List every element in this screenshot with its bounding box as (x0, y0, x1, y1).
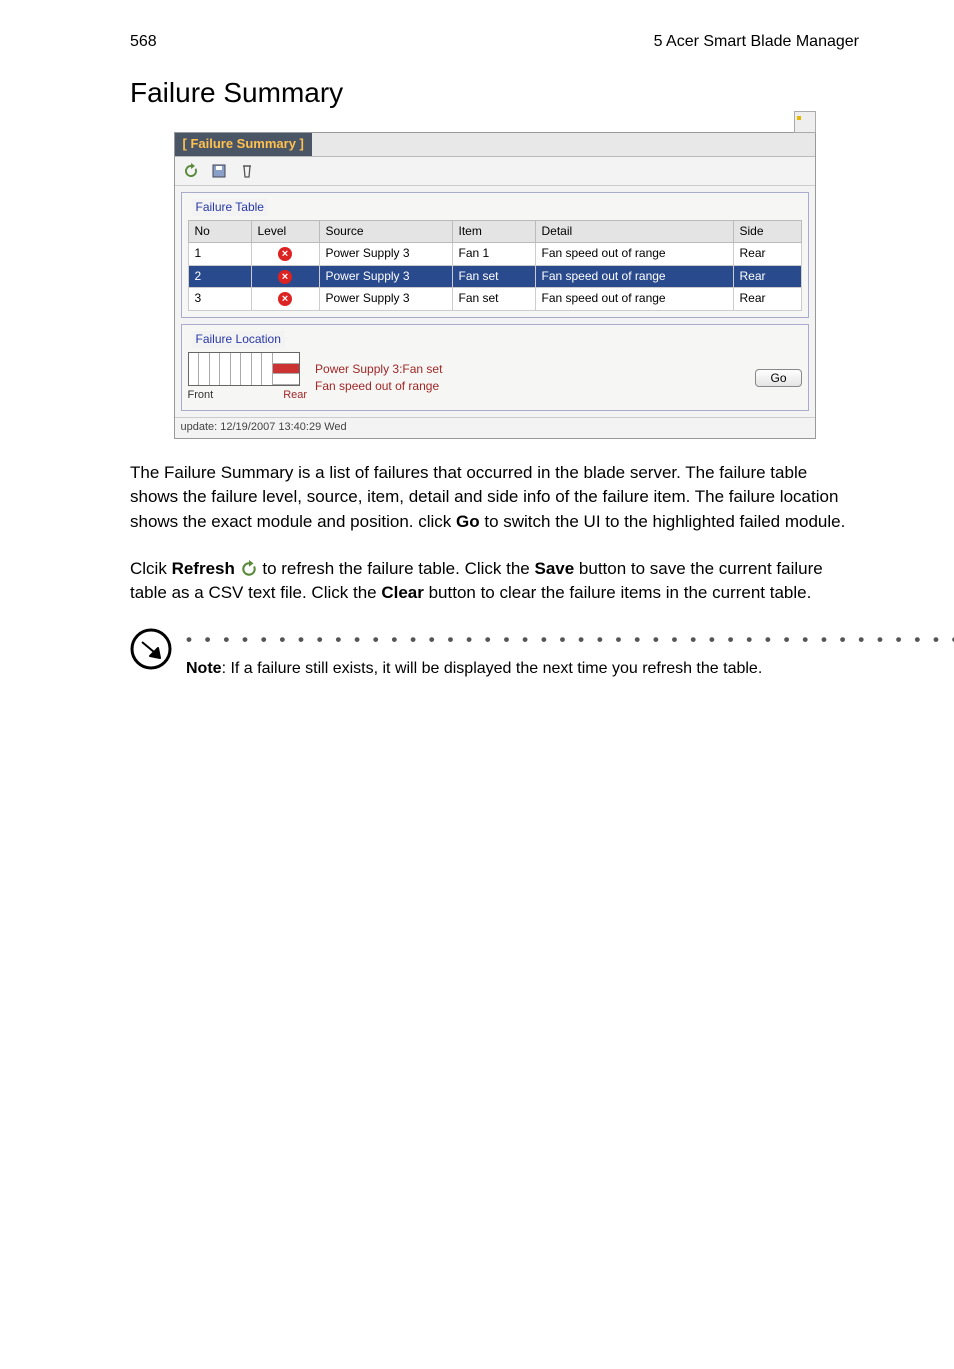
col-item[interactable]: Item (452, 221, 535, 243)
cell-detail: Fan speed out of range (535, 265, 733, 287)
refresh-keyword: Refresh (172, 559, 235, 578)
table-row[interactable]: 2 × Power Supply 3 Fan set Fan speed out… (188, 265, 801, 287)
clear-keyword: Clear (381, 583, 424, 602)
note-block: • • • • • • • • • • • • • • • • • • • • … (130, 628, 859, 680)
cell-source: Power Supply 3 (319, 243, 452, 265)
failure-summary-panel: [ Failure Summary ] Failure Table No Lev… (174, 132, 816, 439)
col-level[interactable]: Level (251, 221, 319, 243)
chapter-title: 5 Acer Smart Blade Manager (654, 30, 859, 53)
col-source[interactable]: Source (319, 221, 452, 243)
failed-module-marker (273, 364, 299, 375)
col-side[interactable]: Side (733, 221, 801, 243)
cell-no: 1 (188, 243, 251, 265)
failure-table-group: Failure Table No Level Source Item Detai… (181, 192, 809, 318)
location-line1: Power Supply 3:Fan set (315, 361, 442, 378)
go-button[interactable]: Go (755, 369, 801, 387)
cell-no: 2 (188, 265, 251, 287)
page-title: Failure Summary (130, 73, 859, 114)
cell-side: Rear (733, 288, 801, 310)
save-keyword: Save (534, 559, 574, 578)
text: button to clear the failure items in the… (424, 583, 811, 602)
note-icon (130, 628, 172, 670)
chassis-diagram (188, 352, 300, 386)
text: Clcik (130, 559, 172, 578)
text: to switch the UI to the highlighted fail… (480, 512, 846, 531)
description-paragraph-1: The Failure Summary is a list of failure… (130, 461, 859, 535)
error-icon: × (278, 292, 292, 306)
cell-side: Rear (733, 265, 801, 287)
cell-level: × (251, 288, 319, 310)
col-no[interactable]: No (188, 221, 251, 243)
failure-table-legend: Failure Table (192, 199, 268, 216)
note-divider: • • • • • • • • • • • • • • • • • • • • … (186, 628, 954, 653)
cell-side: Rear (733, 243, 801, 265)
table-row[interactable]: 3 × Power Supply 3 Fan set Fan speed out… (188, 288, 801, 310)
note-label: Note (186, 660, 222, 677)
panel-title: [ Failure Summary ] (175, 133, 312, 156)
cell-item: Fan set (452, 265, 535, 287)
text: to refresh the failure table. Click the (262, 559, 534, 578)
error-icon: × (278, 270, 292, 284)
go-keyword: Go (456, 512, 480, 531)
failure-table: No Level Source Item Detail Side 1 × Pow… (188, 220, 802, 311)
note-body: : If a failure still exists, it will be … (222, 660, 763, 677)
cell-detail: Fan speed out of range (535, 243, 733, 265)
rear-label: Rear (283, 388, 307, 404)
col-detail[interactable]: Detail (535, 221, 733, 243)
cell-no: 3 (188, 288, 251, 310)
cell-item: Fan set (452, 288, 535, 310)
note-text: Note: If a failure still exists, it will… (186, 657, 954, 680)
cell-detail: Fan speed out of range (535, 288, 733, 310)
clear-icon[interactable] (237, 161, 257, 181)
cell-item: Fan 1 (452, 243, 535, 265)
table-row[interactable]: 1 × Power Supply 3 Fan 1 Fan speed out o… (188, 243, 801, 265)
location-line2: Fan speed out of range (315, 378, 442, 395)
failure-location-legend: Failure Location (192, 331, 285, 348)
page-number: 568 (130, 30, 157, 53)
update-timestamp: update: 12/19/2007 13:40:29 Wed (175, 417, 815, 438)
cell-source: Power Supply 3 (319, 265, 452, 287)
failure-location-group: Failure Location (181, 324, 809, 411)
cell-level: × (251, 265, 319, 287)
cell-source: Power Supply 3 (319, 288, 452, 310)
cell-level: × (251, 243, 319, 265)
module-icon (794, 111, 816, 133)
refresh-icon (240, 560, 258, 578)
front-label: Front (188, 388, 214, 404)
description-paragraph-2: Clcik Refresh to refresh the failure tab… (130, 557, 859, 606)
error-icon: × (278, 247, 292, 261)
save-icon[interactable] (209, 161, 229, 181)
refresh-icon[interactable] (181, 161, 201, 181)
